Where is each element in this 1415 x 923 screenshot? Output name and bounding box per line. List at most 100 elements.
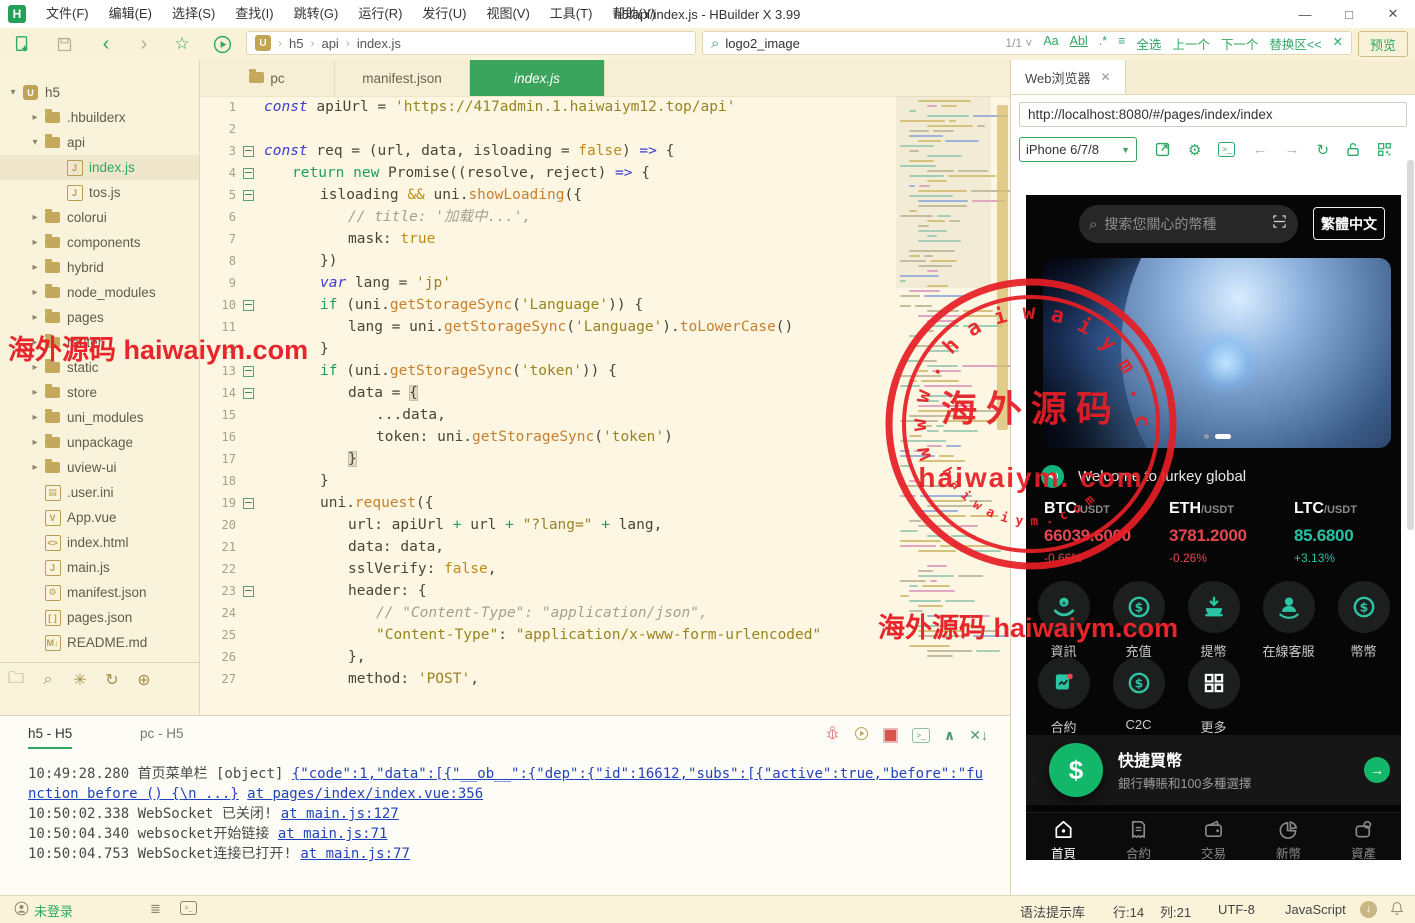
nav-item-首頁[interactable]: 首頁 [1026,813,1101,860]
terminal-icon[interactable]: >_ [912,728,930,743]
menu-item-4[interactable]: 跳转(G) [284,0,349,28]
search-control-3[interactable]: ≡ [1118,34,1125,53]
tree-item-pages[interactable]: ▸pages [0,305,199,330]
preview-button[interactable]: 预览 [1358,31,1408,57]
minimap[interactable] [900,100,985,700]
fold-marker-icon[interactable] [240,360,256,382]
scan-icon[interactable] [1271,213,1288,235]
menu-item-3[interactable]: 查找(I) [225,0,283,28]
language-button[interactable]: 繁體中文 [1313,207,1385,240]
encoding-label[interactable]: UTF-8 [1218,902,1255,917]
code-line-23[interactable]: 23header: { [200,580,900,602]
search-control-6[interactable]: 下一个 [1221,34,1259,53]
breadcrumb-item[interactable]: api [321,36,338,51]
nav-back-icon[interactable]: ← [1252,141,1267,158]
open-external-icon[interactable] [1154,141,1171,158]
browser-tab[interactable]: Web浏览器 ✕ [1011,60,1126,94]
code-line-4[interactable]: 4return new Promise((resolve, reject) =>… [200,162,900,184]
ticker-BTC[interactable]: BTC/USDT66039.6000-0.66% [1026,500,1151,572]
editor-scrollbar[interactable] [997,105,1008,430]
back-icon[interactable]: ‹ [94,32,118,56]
announcement-bar[interactable]: Welcome to turkey global [1041,462,1386,490]
grid-item-在線客服[interactable]: 在線客服 [1251,581,1326,660]
refresh-icon[interactable]: ↻ [1316,141,1329,159]
download-icon[interactable]: ↓ [1360,900,1377,918]
code-line-12[interactable]: 12} [200,338,900,360]
tree-item-router[interactable]: ▸router [0,330,199,355]
console-tab-pc[interactable]: pc - H5 [140,726,184,741]
tree-item-components[interactable]: ▸components [0,230,199,255]
tree-item-pages.json[interactable]: [ ]pages.json [0,605,199,630]
code-line-20[interactable]: 20url: apiUrl + url + "?lang=" + lang, [200,514,900,536]
grid-item-充值[interactable]: $充值 [1101,581,1176,660]
debug-view-icon[interactable]: ✳ [64,670,96,690]
arrow-right-icon[interactable]: → [1364,757,1390,783]
code-line-16[interactable]: 16token: uni.getStorageSync('token') [200,426,900,448]
tree-item-main.js[interactable]: Jmain.js [0,555,199,580]
search-bar[interactable]: ⌕ logo2_image 1/1 ˅ AaAbl.*≡全选上一个下一个替换区<… [702,31,1352,55]
editor-tab-pc[interactable]: pc [200,60,335,96]
favorite-star-icon[interactable]: ☆ [170,32,194,56]
login-status[interactable]: 未登录 [34,901,73,920]
search-control-7[interactable]: 替换区<< [1269,34,1321,53]
tree-item-.hbuilderx[interactable]: ▸.hbuilderx [0,105,199,130]
fold-marker-icon[interactable] [240,382,256,404]
banner-carousel[interactable] [1043,258,1391,448]
ticker-ETH[interactable]: ETH/USDT3781.2000-0.26% [1151,500,1276,572]
code-line-6[interactable]: 6// title: '加载中...', [200,206,900,228]
menu-item-6[interactable]: 发行(U) [412,0,476,28]
tree-item-index.html[interactable]: <>index.html [0,530,199,555]
save-icon[interactable] [52,32,76,56]
nav-item-資產[interactable]: 資產 [1326,813,1401,860]
tree-item-manifest.json[interactable]: ⚙manifest.json [0,580,199,605]
tree-item-api[interactable]: ▾api [0,130,199,155]
editor-tab-manifest.json[interactable]: manifest.json [335,60,470,96]
grid-item-幣幣[interactable]: $幣幣 [1326,581,1401,660]
code-line-11[interactable]: 11lang = uni.getStorageSync('Language').… [200,316,900,338]
console-tab-h5[interactable]: h5 - H5 [28,726,72,749]
tree-item-store[interactable]: ▸store [0,380,199,405]
fold-marker-icon[interactable] [240,294,256,316]
search-input[interactable]: logo2_image [725,36,994,51]
code-line-14[interactable]: 14data = { [200,382,900,404]
code-line-5[interactable]: 5isloading && uni.showLoading({ [200,184,900,206]
chevron-right-icon[interactable]: ▸ [28,112,42,123]
nav-forward-icon[interactable]: → [1284,141,1299,158]
code-line-17[interactable]: 17} [200,448,900,470]
panel-scrollbar[interactable] [1407,160,1414,530]
qr-code-icon[interactable] [1377,142,1392,157]
code-line-10[interactable]: 10if (uni.getStorageSync('Language')) { [200,294,900,316]
collapse-panel-icon[interactable]: ∧ [944,727,955,744]
minimize-button[interactable]: — [1283,0,1327,28]
tree-item-README.md[interactable]: M↓README.md [0,630,199,655]
fold-marker-icon[interactable] [240,162,256,184]
cursor-line-label[interactable]: 行:14 [1113,902,1144,921]
menu-item-1[interactable]: 编辑(E) [99,0,162,28]
editor-tab-index.js[interactable]: index.js [470,60,605,96]
device-select[interactable]: iPhone 6/7/8 ▼ [1019,137,1137,162]
search-control-5[interactable]: 上一个 [1172,34,1210,53]
search-control-2[interactable]: .* [1099,34,1107,53]
code-line-13[interactable]: 13if (uni.getStorageSync('token')) { [200,360,900,382]
web-view-icon[interactable]: ⊕ [128,670,160,690]
tree-item-index.js[interactable]: Jindex.js [0,155,199,180]
fold-marker-icon[interactable] [240,140,256,162]
forward-icon[interactable]: › [132,32,156,56]
fold-marker-icon[interactable] [240,184,256,206]
tree-item-uview-ui[interactable]: ▸uview-ui [0,455,199,480]
maximize-button[interactable]: □ [1327,0,1371,28]
quick-buy-card[interactable]: $ 快捷買幣 銀行轉賬和100多種選擇 → [1026,735,1401,805]
grid-item-提幣[interactable]: 提幣 [1176,581,1251,660]
nav-item-新幣[interactable]: 新幣 [1251,813,1326,860]
files-view-icon[interactable]: 🗀 [0,667,32,694]
tree-item-node_modules[interactable]: ▸node_modules [0,280,199,305]
refresh-view-icon[interactable]: ↻ [96,670,128,690]
log-source-link[interactable]: at main.js:127 [281,806,399,822]
menu-item-2[interactable]: 选择(S) [162,0,225,28]
code-line-18[interactable]: 18} [200,470,900,492]
chevron-down-icon[interactable]: ▾ [6,87,20,98]
coin-search-input[interactable]: ⌕ 搜索您關心的幣種 [1079,205,1298,243]
code-line-2[interactable]: 2 [200,118,900,140]
new-file-icon[interactable] [10,32,34,56]
fold-marker-icon[interactable] [240,492,256,514]
